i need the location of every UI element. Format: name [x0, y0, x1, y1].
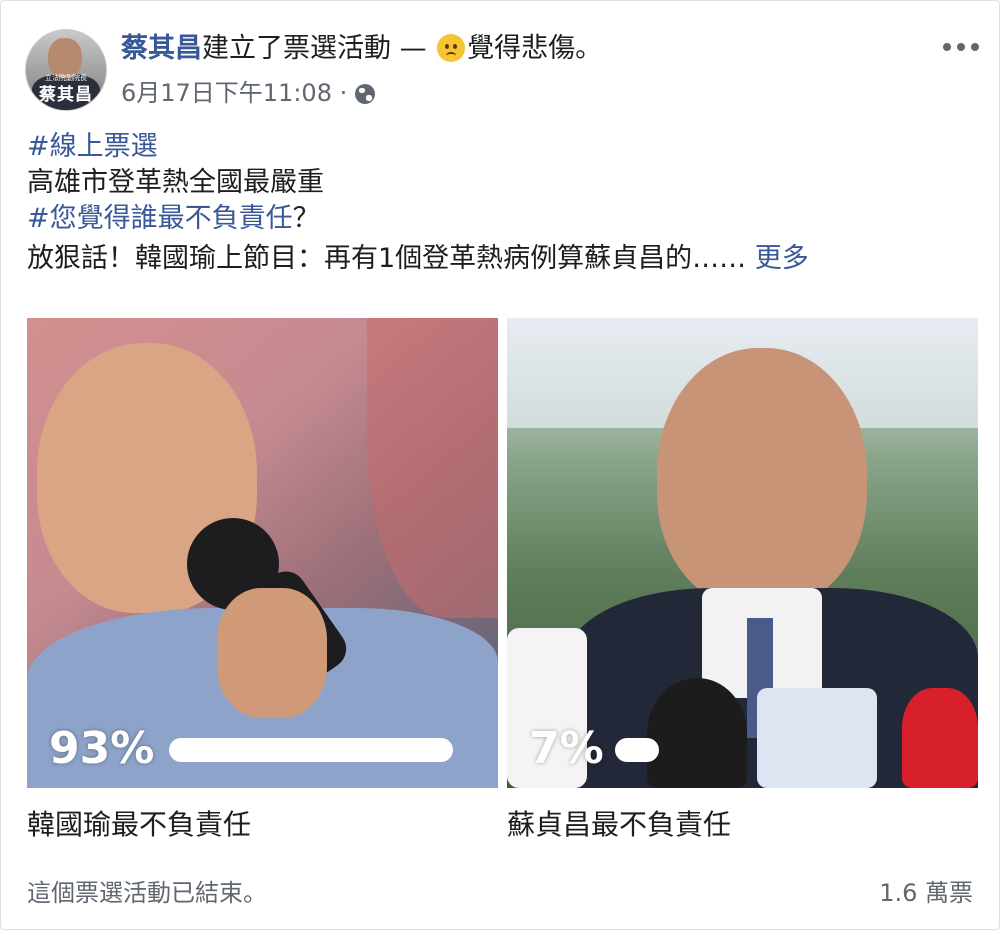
post-card: 立法院副院長 蔡其昌 蔡其昌建立了票選活動 — 覺得悲傷。 6月17日下午11:…	[0, 0, 1000, 930]
sad-face-emoji-icon	[437, 34, 466, 62]
poll-status: 這個票選活動已結束。	[27, 879, 267, 907]
hashtag-link[interactable]: #您覺得誰最不負責任	[27, 203, 293, 234]
dot-icon	[943, 43, 951, 51]
avatar[interactable]: 立法院副院長 蔡其昌	[25, 29, 107, 111]
globe-icon[interactable]	[354, 84, 375, 104]
poll-option-image-1[interactable]	[27, 318, 498, 788]
dot-icon	[971, 43, 979, 51]
poll-option-image-2[interactable]	[507, 318, 978, 788]
body-line: 高雄市登革熱全國最嚴重	[27, 167, 324, 198]
hashtag-link[interactable]: #線上票選	[27, 131, 158, 162]
poll-option-2-bar	[615, 738, 659, 762]
avatar-face	[48, 38, 82, 78]
body-line: 放狠話！韓國瑜上節目：再有1個登革熱病例算蘇貞昌的……	[27, 243, 747, 274]
poll-total-votes[interactable]: 1.6 萬票	[879, 873, 973, 908]
author-name[interactable]: 蔡其昌	[121, 33, 202, 64]
see-more-link[interactable]: 更多	[755, 243, 809, 274]
body-line-suffix: ？	[292, 203, 320, 234]
dot-icon	[957, 43, 965, 51]
meta-separator: ·	[331, 79, 355, 107]
poll-option-2-label[interactable]: 蘇貞昌最不負責任	[507, 807, 731, 843]
avatar-name: 蔡其昌	[39, 85, 93, 105]
post-header: 蔡其昌建立了票選活動 — 覺得悲傷。	[121, 31, 602, 67]
post-meta: 6月17日下午11:08 ·	[121, 73, 375, 108]
poll-option-1-bar	[169, 738, 453, 762]
poll-option-1-label[interactable]: 韓國瑜最不負責任	[27, 807, 251, 843]
post-action: 建立了票選活動 —	[202, 33, 436, 64]
more-options-button[interactable]	[943, 39, 979, 55]
post-timestamp[interactable]: 6月17日下午11:08	[121, 79, 332, 107]
post-body: #線上票選 高雄市登革熱全國最嚴重 #您覺得誰最不負責任？ 放狠話！韓國瑜上節目…	[27, 129, 809, 277]
feeling-text: 覺得悲傷。	[467, 33, 603, 64]
poll-option-1-percent: 93%	[49, 723, 155, 774]
poll-option-2-percent: 7%	[529, 723, 604, 774]
